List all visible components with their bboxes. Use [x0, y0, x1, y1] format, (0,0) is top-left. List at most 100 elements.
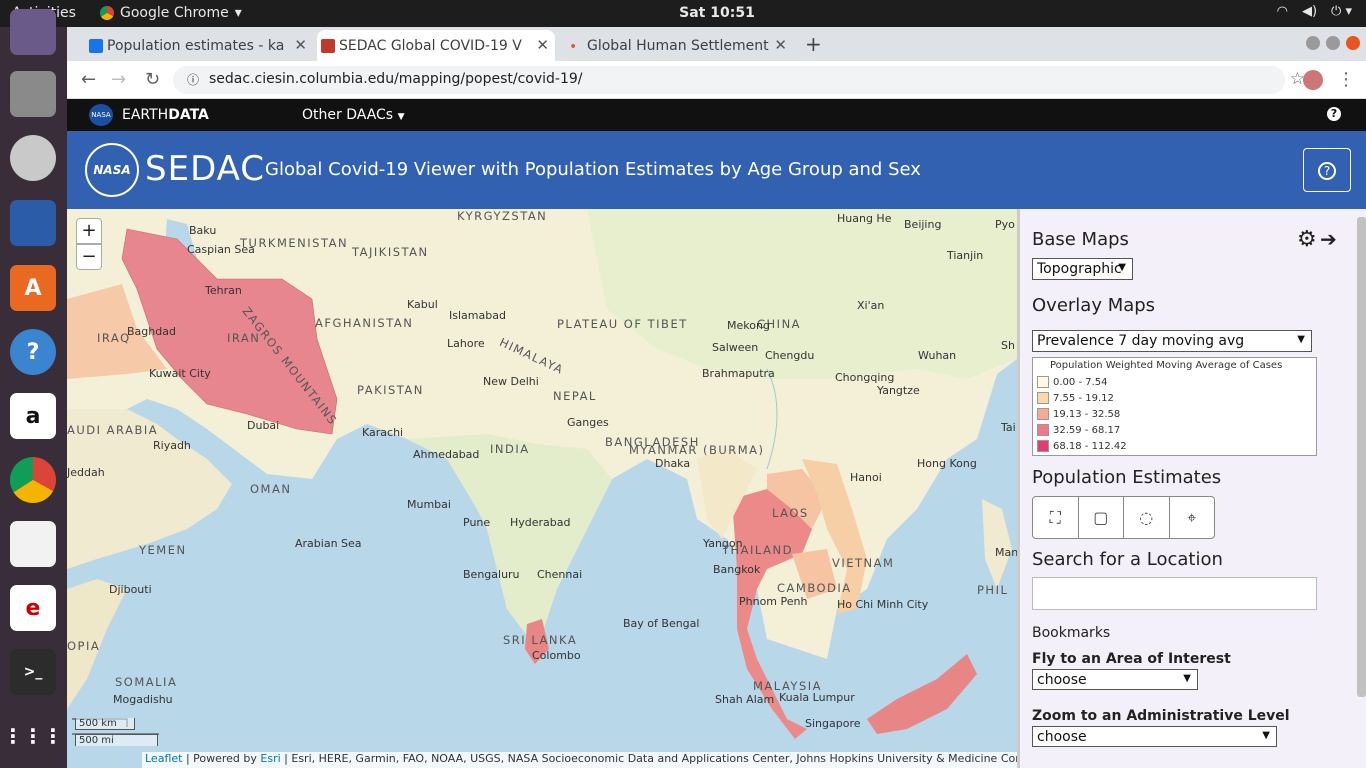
map-label: MYANMAR (BURMA) — [629, 443, 765, 457]
power-icon: ⏻ ▾ — [1331, 4, 1352, 19]
back-icon[interactable]: ← — [81, 69, 96, 90]
help-icon[interactable]: ? — [10, 329, 56, 375]
legend-range: 0.00 - 7.54 — [1053, 376, 1108, 388]
collapse-arrow-icon[interactable]: ➔ — [1320, 227, 1337, 251]
draw-circle-icon[interactable]: ◌ — [1124, 497, 1170, 538]
map-label: PHIL — [977, 583, 1009, 597]
page-title: Global Covid-19 Viewer with Population E… — [265, 159, 921, 180]
thunderbird-icon[interactable] — [10, 9, 56, 55]
software-center-icon[interactable]: A — [10, 265, 56, 311]
clock[interactable]: Sat 10:51 — [0, 5, 1366, 21]
chevron-down-icon: ▼ — [397, 112, 405, 122]
chrome-dock-icon[interactable] — [10, 457, 56, 503]
reload-icon[interactable]: ↻ — [145, 69, 160, 90]
close-icon[interactable]: ✕ — [774, 36, 787, 54]
menu-icon[interactable]: ⋮ — [1337, 69, 1355, 90]
overlay-map-select[interactable]: Prevalence 7 day moving avg ▼ — [1032, 330, 1312, 352]
map-label: Tianjin — [947, 249, 984, 262]
map-label: VIETNAM — [832, 556, 895, 570]
tab-global-human-settlement[interactable]: • Global Human Settlement ✕ — [565, 30, 793, 61]
fly-select[interactable]: choose ▼ — [1032, 669, 1198, 690]
terminal-icon[interactable]: >_ — [10, 649, 56, 695]
toolbar: ← → ↻ ⓘ sedac.ciesin.columbia.edu/mapping… — [67, 61, 1366, 99]
zoom-out-button[interactable]: − — [76, 244, 102, 270]
evince-icon[interactable]: e — [10, 585, 56, 631]
map-label: Dubai — [247, 419, 280, 432]
map-label: KYRGYZSTAN — [457, 209, 548, 223]
search-input[interactable] — [1032, 577, 1317, 610]
close-icon[interactable]: ✕ — [294, 36, 307, 54]
browser-window: Population estimates - ka ✕ SEDAC Global … — [67, 27, 1366, 768]
files-icon[interactable] — [10, 71, 56, 117]
map-label: Kuwait City — [149, 367, 211, 380]
map-label: Beijing — [904, 218, 942, 231]
map-label: Kabul — [407, 298, 438, 311]
map-view[interactable]: KYRGYZSTAN Baku TURKMENISTAN Caspian Sea TAJ… — [67, 209, 1017, 768]
help-icon[interactable]: ? — [1327, 107, 1341, 121]
map-label: Xi'an — [857, 299, 885, 312]
map-label: Shah Alam — [715, 693, 775, 706]
malaysia-east-region — [867, 654, 977, 734]
select-value: choose — [1037, 729, 1087, 745]
text-editor-icon[interactable] — [10, 521, 56, 567]
show-apps-icon[interactable]: ⋮⋮⋮ — [3, 713, 63, 759]
attribution-sep: | Powered by — [182, 752, 261, 765]
map-label: SOMALIA — [115, 675, 178, 689]
fly-label: Fly to an Area of Interest — [1032, 651, 1231, 667]
close-icon[interactable]: ✕ — [536, 36, 549, 54]
forward-icon[interactable]: → — [111, 69, 126, 90]
map-label: Phnom Penh — [739, 595, 808, 608]
map-label: Hanoi — [850, 471, 882, 484]
tab-sedac[interactable]: SEDAC Global COVID-19 V ✕ — [317, 30, 555, 61]
map-label: Singapore — [805, 717, 861, 730]
other-daacs-menu[interactable]: Other DAACs ▼ — [302, 107, 404, 123]
legend-range: 7.55 - 19.12 — [1053, 392, 1114, 404]
zoom-in-button[interactable]: + — [76, 218, 102, 244]
earthdata-brand[interactable]: EARTHDATA — [122, 107, 209, 123]
address-bar[interactable]: ⓘ sedac.ciesin.columbia.edu/mapping/popes… — [173, 66, 1305, 94]
chevron-down-icon: ▼ — [1183, 673, 1191, 684]
help-button[interactable]: ? — [1303, 148, 1351, 192]
legend-swatch — [1037, 392, 1049, 404]
avatar[interactable] — [1303, 70, 1323, 90]
base-map-select[interactable]: Topographic ▼ — [1032, 258, 1133, 280]
leaflet-link[interactable]: Leaflet — [145, 752, 182, 765]
system-tray[interactable]: ◠ ◀) ⏻ ▾ — [1277, 4, 1352, 19]
map-label: Sh — [1001, 339, 1015, 352]
population-estimates-heading: Population Estimates — [1032, 467, 1222, 488]
map-label: Chengdu — [765, 349, 815, 362]
rhythmbox-icon[interactable] — [10, 135, 56, 181]
draw-rectangle-icon[interactable]: ▢ — [1079, 497, 1124, 538]
map-label: Chennai — [537, 568, 583, 581]
tab-title: Global Human Settlement — [587, 37, 769, 54]
map-label: TURKMENISTAN — [240, 236, 349, 250]
overlay-maps-heading: Overlay Maps — [1032, 295, 1156, 316]
tab-title: Population estimates - ka — [107, 37, 285, 54]
map-label: Islamabad — [449, 309, 506, 322]
new-tab-button[interactable]: + — [805, 32, 822, 56]
nasa-meatball-icon: NASA — [85, 143, 139, 197]
map-label: Dhaka — [655, 457, 691, 470]
sedac-logo[interactable]: SEDAC — [145, 149, 265, 189]
esri-link[interactable]: Esri — [260, 752, 280, 765]
writer-icon[interactable] — [10, 200, 56, 246]
map-label: Karachi — [362, 426, 404, 439]
draw-polygon-icon[interactable]: ⛶ — [1033, 497, 1079, 538]
amazon-icon[interactable]: a — [10, 393, 56, 439]
sedac-header: NASA SEDAC Global Covid-19 Viewer with P… — [67, 131, 1366, 209]
zoom-admin-select[interactable]: choose ▼ — [1032, 726, 1277, 747]
attribution-text: | Esri, HERE, Garmin, FAO, NOAA, USGS, N… — [284, 752, 1017, 765]
legend-row: 68.18 - 112.42 — [1037, 440, 1127, 452]
maximize-button[interactable] — [1326, 36, 1340, 50]
map-label: NEPAL — [553, 389, 597, 403]
minimize-button[interactable] — [1306, 36, 1320, 50]
scrollbar[interactable] — [1357, 217, 1366, 697]
tab-population-estimates[interactable]: Population estimates - ka ✕ — [85, 30, 313, 61]
draw-marker-icon[interactable]: ⌖ — [1170, 497, 1215, 538]
chevron-down-icon: ▼ — [1262, 730, 1270, 741]
map-label: Lahore — [447, 337, 485, 350]
map-label: THAILAND — [722, 543, 793, 557]
wifi-icon: ◠ — [1276, 4, 1288, 19]
close-window-button[interactable] — [1346, 36, 1360, 50]
settings-icon[interactable]: ⚙ — [1297, 227, 1317, 252]
